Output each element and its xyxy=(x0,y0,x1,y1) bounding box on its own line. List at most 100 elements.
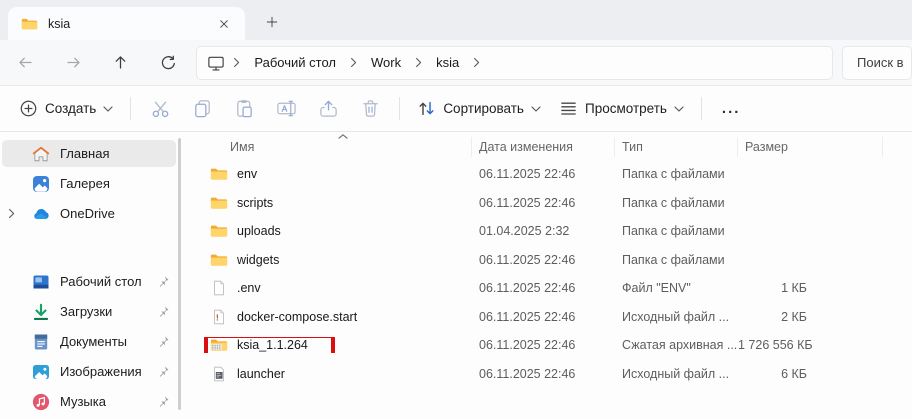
share-button[interactable] xyxy=(307,92,349,126)
new-tab-button[interactable] xyxy=(259,9,285,35)
up-button[interactable] xyxy=(101,46,141,80)
breadcrumb-work[interactable]: Work xyxy=(363,52,409,73)
pin-icon xyxy=(157,365,170,378)
chevron-down-icon xyxy=(531,105,541,112)
sidebar-item-onedrive[interactable]: OneDrive xyxy=(2,200,176,227)
navigation-bar: Рабочий стол Work ksia xyxy=(0,40,912,86)
command-toolbar: Создать Сортировать Просмотреть ... xyxy=(0,86,912,132)
file-type: Папка с файлами xyxy=(622,195,725,210)
sidebar: Главная Галерея OneDrive Рабочий стол За… xyxy=(0,132,190,418)
gallery-icon xyxy=(32,175,50,193)
this-pc-icon[interactable] xyxy=(207,55,227,71)
file-type: Папка с файлами xyxy=(622,252,725,267)
table-row[interactable]: .env 06.11.2025 22:46 Файл "ENV" 1 КБ xyxy=(190,274,912,303)
folder-icon xyxy=(210,252,228,268)
file-date-modified: 06.11.2025 22:46 xyxy=(479,366,576,381)
column-header-type[interactable]: Тип xyxy=(615,137,738,157)
table-row[interactable]: ! docker-compose.start 06.11.2025 22:46 … xyxy=(190,303,912,332)
more-options-button[interactable]: ... xyxy=(710,100,753,117)
sidebar-item-label: Документы xyxy=(60,334,128,349)
sidebar-item-label: Музыка xyxy=(60,394,106,409)
back-button[interactable] xyxy=(6,46,46,80)
file-date-modified: 06.11.2025 22:46 xyxy=(479,281,576,296)
sidebar-item-label: OneDrive xyxy=(60,206,115,221)
file-icon xyxy=(210,280,228,296)
table-row[interactable]: widgets 06.11.2025 22:46 Папка с файлами xyxy=(190,246,912,275)
tab-close-button[interactable] xyxy=(213,13,235,35)
file-type: Сжатая архивная ... xyxy=(622,338,738,353)
file-type: Исходный файл ... xyxy=(622,366,730,381)
search-input[interactable] xyxy=(842,45,912,80)
rename-button[interactable] xyxy=(265,92,307,126)
copy-button[interactable] xyxy=(181,92,223,126)
file-name: env xyxy=(237,167,258,182)
file-type: Файл "ENV" xyxy=(622,281,691,296)
breadcrumb-desktop[interactable]: Рабочий стол xyxy=(246,52,344,73)
breadcrumb-ksia[interactable]: ksia xyxy=(428,52,467,73)
file-script-icon xyxy=(210,366,228,382)
file-name: widgets xyxy=(237,252,280,267)
toolbar-divider xyxy=(700,97,702,120)
pin-icon xyxy=(157,395,170,408)
column-header-date[interactable]: Дата изменения xyxy=(472,137,615,157)
column-header-row: Имя Дата изменения Тип Размер xyxy=(190,134,912,160)
cut-button[interactable] xyxy=(139,92,181,126)
sidebar-item-label: Изображения xyxy=(60,364,142,379)
file-date-modified: 06.11.2025 22:46 xyxy=(479,167,576,182)
sidebar-item-home[interactable]: Главная xyxy=(2,140,176,167)
file-name: uploads xyxy=(237,224,281,239)
file-name: .env xyxy=(237,281,261,296)
documents-icon xyxy=(32,333,50,351)
pictures-icon xyxy=(32,363,50,381)
sidebar-item-gallery[interactable]: Галерея xyxy=(2,170,176,197)
folder-icon xyxy=(210,166,228,182)
sidebar-item-label: Галерея xyxy=(60,176,110,191)
refresh-button[interactable] xyxy=(149,46,189,80)
sidebar-item-documents[interactable]: Документы xyxy=(2,328,176,355)
chevron-down-icon xyxy=(103,105,113,112)
forward-button[interactable] xyxy=(54,46,94,80)
breadcrumb[interactable]: Рабочий стол Work ksia xyxy=(196,45,834,80)
plus-circle-icon xyxy=(19,99,38,118)
chevron-expand-icon[interactable] xyxy=(8,208,15,219)
table-row[interactable]: launcher 06.11.2025 22:46 Исходный файл … xyxy=(190,360,912,389)
sidebar-item-pictures[interactable]: Изображения xyxy=(2,358,176,385)
onedrive-icon xyxy=(32,205,50,223)
new-button[interactable]: Создать xyxy=(10,92,122,126)
file-date-modified: 06.11.2025 22:46 xyxy=(479,252,576,267)
sidebar-item-label: Загрузки xyxy=(60,304,113,319)
column-header-size[interactable]: Размер xyxy=(738,137,883,157)
file-size: 1 КБ xyxy=(781,281,807,296)
desktop-icon xyxy=(32,273,50,291)
sort-button[interactable]: Сортировать xyxy=(408,92,550,126)
chevron-right-icon xyxy=(348,57,359,68)
table-row[interactable]: env 06.11.2025 22:46 Папка с файлами xyxy=(190,160,912,189)
folder-icon xyxy=(21,17,38,31)
column-header-name[interactable]: Имя xyxy=(190,137,472,157)
file-type: Папка с файлами xyxy=(622,224,725,239)
view-lines-icon xyxy=(559,99,578,118)
sidebar-item-downloads[interactable]: Загрузки xyxy=(2,298,176,325)
tab-title: ksia xyxy=(48,16,71,31)
delete-button[interactable] xyxy=(349,92,391,126)
sidebar-scrollbar[interactable] xyxy=(178,138,181,410)
downloads-icon xyxy=(32,303,50,321)
sidebar-item-desktop[interactable]: Рабочий стол xyxy=(2,268,176,295)
table-row[interactable]: ksia_1.1.264 06.11.2025 22:46 Сжатая арх… xyxy=(190,331,912,360)
file-name: docker-compose.start xyxy=(237,309,358,324)
chevron-right-icon xyxy=(231,57,242,68)
table-row[interactable]: scripts 06.11.2025 22:46 Папка с файлами xyxy=(190,189,912,218)
paste-button[interactable] xyxy=(223,92,265,126)
file-date-modified: 01.04.2025 2:32 xyxy=(479,224,570,239)
file-size: 2 КБ xyxy=(781,309,807,324)
sort-ascending-icon xyxy=(338,134,348,139)
view-button[interactable]: Просмотреть xyxy=(550,92,693,126)
tab-ksia[interactable]: ksia xyxy=(8,7,245,40)
pin-icon xyxy=(157,335,170,348)
sidebar-item-music[interactable]: Музыка xyxy=(2,388,176,415)
zip-folder-icon xyxy=(210,337,228,353)
pin-icon xyxy=(157,275,170,288)
content-area: Главная Галерея OneDrive Рабочий стол За… xyxy=(0,132,912,418)
table-row[interactable]: uploads 01.04.2025 2:32 Папка с файлами xyxy=(190,217,912,246)
sort-button-label: Сортировать xyxy=(443,101,524,116)
